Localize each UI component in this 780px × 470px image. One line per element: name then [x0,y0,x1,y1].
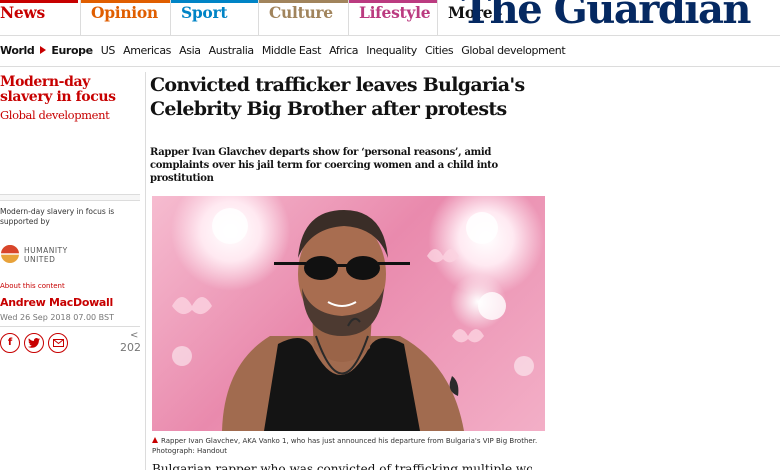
facebook-icon[interactable]: f [0,333,20,353]
humanity-united-logo-icon[interactable] [0,244,20,264]
twitter-icon[interactable] [24,333,44,353]
article-headline: Convicted trafficker leaves Bulgaria's C… [150,74,525,120]
subnav-item-global-development[interactable]: Global development [461,44,565,57]
subnav-item-world[interactable]: World [0,44,35,57]
subnav-item-africa[interactable]: Africa [329,44,358,57]
pillar-news-label[interactable]: News [0,3,45,22]
caption-text: Rapper Ivan Glavchev, AKA Vanko 1, who h… [152,437,538,455]
column-divider [145,72,146,470]
divider [0,326,140,327]
caption-triangle-icon [152,437,158,443]
subnav-item-us[interactable]: US [101,44,116,57]
article-meta-sidebar: Modern-day slavery in focus Global devel… [0,68,141,470]
article-main-image[interactable] [152,196,545,431]
pillar-lifestyle[interactable]: Lifestyle [348,0,437,36]
share-icon: < [130,330,139,341]
pillar-culture[interactable]: Culture [258,0,348,36]
guardian-logo[interactable]: The Guardian [461,0,751,33]
subnav-item-asia[interactable]: Asia [179,44,201,57]
author-byline[interactable]: Andrew MacDowall [0,296,113,309]
pillar-sport-label[interactable]: Sport [181,3,228,22]
subnav-item-americas[interactable]: Americas [123,44,171,57]
article-standfirst: Rapper Ivan Glavchev departs show for ‘p… [150,147,498,184]
subnav-item-australia[interactable]: Australia [209,44,254,57]
sponsor-name[interactable]: HUMANITY UNITED [24,246,68,264]
email-icon[interactable] [48,333,68,353]
article-body-first-line: Bulgarian rapper who was convicted of tr… [152,462,532,470]
subnav-item-middle-east[interactable]: Middle East [262,44,322,57]
series-title[interactable]: Modern-day slavery in focus [0,75,140,105]
pillar-sport[interactable]: Sport [170,0,258,36]
sub-navigation: World Europe US Americas Asia Australia M… [0,37,780,67]
subnav-item-inequality[interactable]: Inequality [366,44,417,57]
pillar-opinion[interactable]: Opinion [80,0,170,36]
pillar-opinion-label[interactable]: Opinion [91,3,158,22]
supported-by-text: Modern-day slavery in focus is supported… [0,207,115,226]
breadcrumb-arrow-icon [40,46,47,54]
pillar-culture-label[interactable]: Culture [269,3,333,22]
sponsor-line-2: UNITED [24,255,56,264]
image-caption: Rapper Ivan Glavchev, AKA Vanko 1, who h… [152,436,572,456]
about-this-content-link[interactable]: About this content [0,282,65,290]
section-link[interactable]: Global development [0,108,110,122]
share-count: 202 [120,341,141,354]
pillar-lifestyle-label[interactable]: Lifestyle [359,3,431,22]
top-navigation: News Opinion Sport Culture Lifestyle Mor… [0,0,780,36]
divider [0,194,140,201]
pillar-news[interactable]: News [0,0,78,36]
sponsor-line-1: HUMANITY [24,246,68,255]
subnav-item-cities[interactable]: Cities [425,44,454,57]
publication-date: Wed 26 Sep 2018 07.00 BST [0,313,114,322]
subnav-item-europe[interactable]: Europe [51,44,93,57]
portrait-illustration [172,208,534,431]
